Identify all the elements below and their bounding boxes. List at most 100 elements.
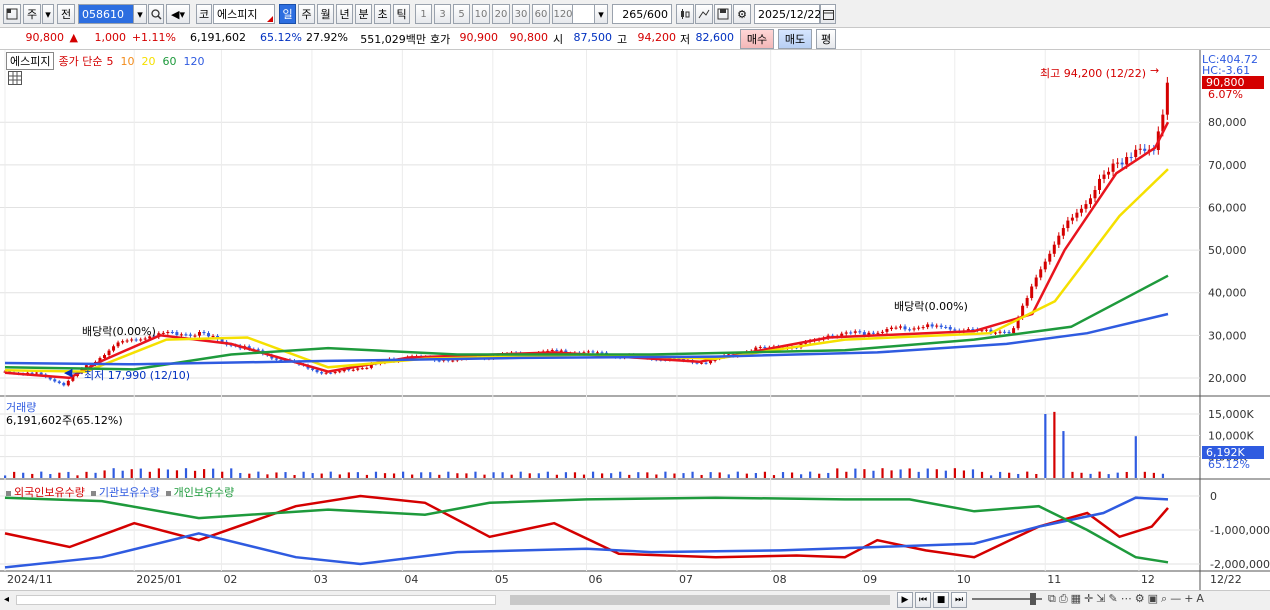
buy-button[interactable]: 매수 <box>740 29 774 49</box>
layout-icon[interactable] <box>3 4 21 24</box>
table-grid-icon[interactable] <box>8 71 22 85</box>
stop-icon[interactable]: ■ <box>933 592 949 608</box>
candle <box>1025 298 1029 306</box>
volume-bar <box>528 473 531 478</box>
period-tab-2[interactable]: 월 <box>317 4 334 24</box>
candle <box>211 336 215 338</box>
candle <box>595 352 599 354</box>
scroll-thumb[interactable] <box>510 595 890 605</box>
scroll-left-icon[interactable]: ◂ <box>4 594 14 606</box>
volume-bar <box>1017 473 1020 478</box>
settings-icon[interactable]: ⚙ <box>1135 592 1145 606</box>
period-tab-0[interactable]: 일 <box>279 4 296 24</box>
period-tab-5[interactable]: 초 <box>374 4 391 24</box>
volume-bar <box>49 474 52 478</box>
candle <box>184 334 188 336</box>
date-field[interactable]: 2025/12/22 <box>754 4 821 24</box>
minus-icon[interactable]: — <box>1170 592 1181 606</box>
candle <box>555 350 559 352</box>
legend-main-label: 종가 단순 <box>58 55 103 68</box>
period-dropdown-chevron-icon[interactable]: ▾ <box>42 4 54 24</box>
forward-icon[interactable]: ⏭ <box>951 592 967 608</box>
candle <box>30 372 34 374</box>
interval-button-120[interactable]: 120 <box>552 4 574 24</box>
gear-icon[interactable]: ⚙ <box>733 4 751 24</box>
volume-bar <box>365 474 369 478</box>
period-tab-6[interactable]: 틱 <box>393 4 410 24</box>
volume-bar <box>139 468 142 478</box>
candle-type-icon[interactable] <box>676 4 694 24</box>
x-tick-label: 07 <box>679 573 693 586</box>
period-tab-1[interactable]: 주 <box>298 4 315 24</box>
volume-bar <box>953 468 956 478</box>
candle <box>179 334 183 336</box>
volume-bar <box>257 471 260 478</box>
volume-bar <box>709 472 712 478</box>
interval-button-1[interactable]: 1 <box>415 4 432 24</box>
crosshair-icon[interactable]: ✛ <box>1084 592 1093 606</box>
volume-bar <box>890 470 893 478</box>
market-tag[interactable]: 코 <box>196 4 212 24</box>
play-icon[interactable]: ▶ <box>897 592 913 608</box>
arrow-icon[interactable]: ⇲ <box>1096 592 1105 606</box>
jeon-button[interactable]: 전 <box>57 4 75 24</box>
interval-button-5[interactable]: 5 <box>453 4 470 24</box>
volume-bar <box>537 473 540 478</box>
volume-tick-label: 10,000K <box>1208 429 1254 442</box>
period-main-button[interactable]: 주 <box>23 4 41 24</box>
interval-button-3[interactable]: 3 <box>434 4 451 24</box>
candle <box>1043 261 1047 270</box>
sell-button[interactable]: 매도 <box>778 29 812 49</box>
candle <box>700 362 704 364</box>
volume-bar <box>284 472 287 478</box>
interval-button-20[interactable]: 20 <box>492 4 510 24</box>
volume-bar <box>411 474 414 478</box>
print-icon[interactable]: ⎙ <box>1059 592 1068 606</box>
interval-button-60[interactable]: 60 <box>532 4 550 24</box>
pattern-icon[interactable]: ⋯ <box>1121 592 1132 606</box>
x-tick-label: 12 <box>1141 573 1155 586</box>
code-input[interactable]: 058610 <box>78 4 134 24</box>
volume-bar <box>772 475 776 478</box>
stock-name-field[interactable]: 에스피지 <box>213 4 275 24</box>
volume-bar <box>673 473 676 478</box>
candle <box>1116 162 1120 164</box>
calendar-icon[interactable] <box>820 4 836 24</box>
candle <box>899 326 903 328</box>
code-dropdown-chevron-icon[interactable]: ▾ <box>133 4 147 24</box>
x-tick-label: 08 <box>773 573 787 586</box>
search-icon[interactable] <box>148 4 164 24</box>
avg-button[interactable]: 평 <box>816 29 836 49</box>
last-pct-label: 6.07% <box>1208 88 1243 101</box>
interval-button-30[interactable]: 30 <box>512 4 530 24</box>
plus-icon[interactable]: + <box>1184 592 1193 606</box>
save-icon[interactable] <box>714 4 732 24</box>
stock-chart[interactable]: 80,000 70,000 60,000 50,000 40,000 30,000 20,0… <box>0 50 1270 590</box>
volume-bar <box>221 471 224 478</box>
period-tab-3[interactable]: 년 <box>336 4 353 24</box>
rewind-icon[interactable]: ⏮ <box>915 592 931 608</box>
count-field[interactable]: 265/600 <box>612 4 672 24</box>
speaker-icon[interactable]: ◀▾ <box>166 4 190 24</box>
copy-icon[interactable]: ⧉ <box>1048 592 1056 606</box>
volume-bar <box>646 472 649 478</box>
candle <box>1098 178 1102 191</box>
candle <box>365 367 369 369</box>
candle <box>121 341 125 343</box>
zoom-icon[interactable]: ⌕ <box>1161 592 1167 606</box>
candle <box>849 332 853 334</box>
draw-icon[interactable]: ✎ <box>1109 592 1118 606</box>
period-tab-4[interactable]: 분 <box>355 4 372 24</box>
image-icon[interactable]: ▣ <box>1148 592 1158 606</box>
holding-tick-label: -1,000,000 <box>1210 524 1270 537</box>
volume-bar <box>1098 471 1101 478</box>
font-icon[interactable]: A <box>1196 592 1204 606</box>
stock-name-tag[interactable]: 에스피지 <box>6 52 55 70</box>
grid-icon[interactable]: ▦ <box>1071 592 1081 606</box>
zoom-slider-handle[interactable] <box>1030 593 1036 605</box>
line-tool-icon[interactable] <box>695 4 713 24</box>
horizontal-scrollbar[interactable] <box>16 595 496 605</box>
interval-button-10[interactable]: 10 <box>472 4 490 24</box>
volume-bar <box>456 473 459 478</box>
interval-dropdown-chevron-icon[interactable]: ▾ <box>594 4 608 24</box>
